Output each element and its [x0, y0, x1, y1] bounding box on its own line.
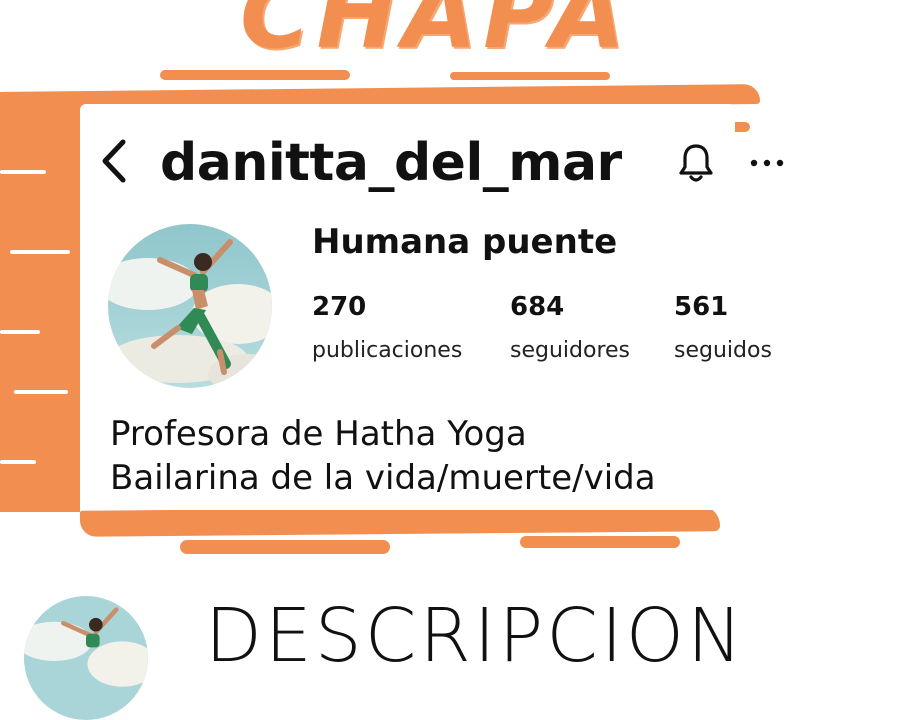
- section-title: DESCRIPCION: [205, 593, 746, 679]
- dancer-photo: [108, 224, 272, 388]
- stat-count: 684: [510, 292, 565, 322]
- section-avatar: [24, 596, 148, 720]
- stat-label: publicaciones: [312, 338, 463, 363]
- stat-following[interactable]: 561 seguidos: [674, 292, 772, 363]
- bio-line: Bailarina de la vida/muerte/vida: [110, 458, 656, 498]
- brush-streak: [0, 460, 36, 464]
- chevron-left-icon: [102, 139, 126, 183]
- brush-splash: [520, 536, 680, 548]
- profile-card: danitta_del_mar Humana puente 270 public…: [80, 104, 784, 510]
- stat-followers[interactable]: 684 seguidores: [510, 292, 630, 363]
- profile-bio: Profesora de Hatha Yoga Bailarina de la …: [110, 412, 656, 500]
- brush-streak: [10, 250, 70, 254]
- back-button[interactable]: [96, 134, 132, 188]
- more-options-button[interactable]: [742, 138, 792, 188]
- stat-label: seguidos: [674, 338, 772, 363]
- more-horizontal-icon: [750, 159, 784, 167]
- dancer-photo: [24, 596, 148, 720]
- brush-streak: [0, 330, 40, 334]
- stat-count: 270: [312, 292, 367, 322]
- brush-streak: [14, 390, 68, 394]
- banner-headline: CHAPA: [240, 0, 631, 70]
- profile-username: danitta_del_mar: [160, 133, 622, 193]
- profile-display-name: Humana puente: [312, 222, 618, 262]
- bell-icon: [679, 144, 713, 182]
- brush-splash: [180, 540, 390, 554]
- brush-stroke-left: [0, 92, 80, 512]
- brush-streak: [0, 170, 46, 174]
- notifications-button[interactable]: [674, 138, 718, 188]
- brush-splash: [450, 72, 610, 80]
- stat-posts[interactable]: 270 publicaciones: [312, 292, 462, 363]
- stat-count: 561: [674, 292, 729, 322]
- brush-splash: [160, 70, 350, 80]
- stat-label: seguidores: [510, 338, 631, 363]
- bio-line: Profesora de Hatha Yoga: [110, 414, 527, 454]
- profile-avatar[interactable]: [108, 224, 272, 388]
